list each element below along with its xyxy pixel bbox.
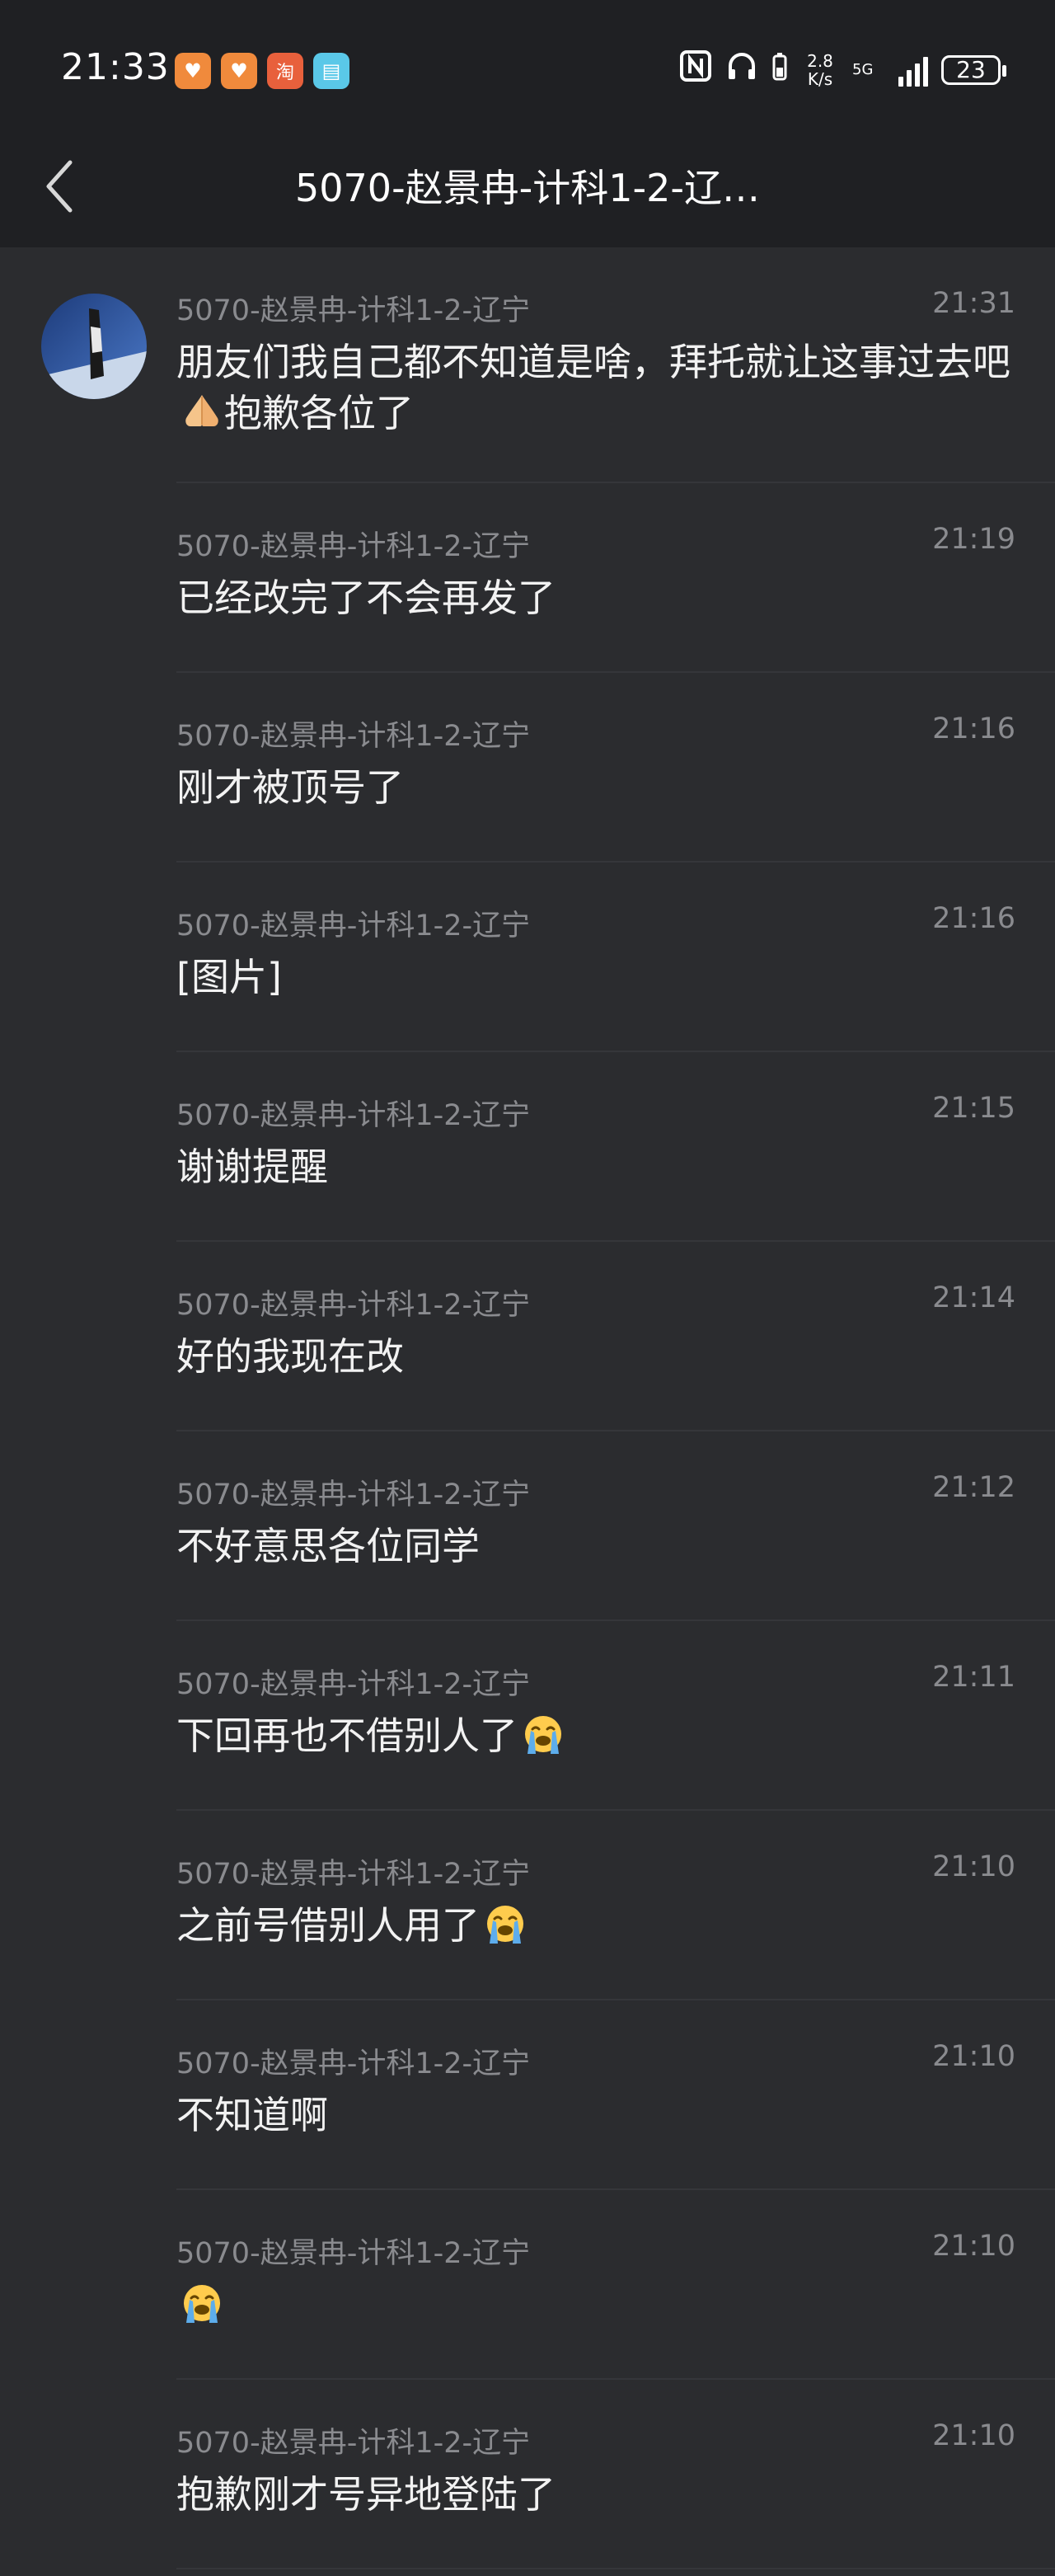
message-item[interactable]: 5070-赵景冉-计科1-2-辽宁 21:16 刚才被顶号了 xyxy=(0,673,1055,863)
message-sender: 5070-赵景冉-计科1-2-辽宁 xyxy=(176,1668,531,1701)
message-time: 21:10 xyxy=(932,2419,1015,2452)
message-sender: 5070-赵景冉-计科1-2-辽宁 xyxy=(176,2237,531,2270)
earbud-battery-icon xyxy=(771,49,788,90)
status-bar: 21:33 ♥ ♥ 淘 ▤ 2.8 K/s 5G 23 xyxy=(0,0,1055,124)
message-text-continued: 抱歉各位了 xyxy=(224,391,414,435)
network-speed: 2.8 K/s xyxy=(801,52,839,88)
message-time: 21:11 xyxy=(932,1661,1015,1694)
message-text-content: 刚才被顶号了 xyxy=(176,765,404,810)
message-text: 下回再也不借别人了 xyxy=(176,1710,1017,1761)
message-sender: 5070-赵景冉-计科1-2-辽宁 xyxy=(176,2427,531,2460)
message-sender: 5070-赵景冉-计科1-2-辽宁 xyxy=(176,720,531,753)
notification-icons: ♥ ♥ 淘 ▤ xyxy=(175,53,349,89)
loudly-crying-emoji xyxy=(487,1906,523,1944)
chat-history-screen: 21:33 ♥ ♥ 淘 ▤ 2.8 K/s 5G 23 5070-赵景冉-计科1… xyxy=(0,0,1055,2576)
message-text-content: 之前号借别人用了 xyxy=(176,1903,480,1948)
message-item[interactable]: 5070-赵景冉-计科1-2-辽宁 21:10 不知道啊 xyxy=(0,2000,1055,2190)
message-text: 谢谢提醒 xyxy=(176,1141,1017,1192)
message-text: 朋友们我自己都不知道是啥，拜托就让这事过去吧抱歉各位了 xyxy=(176,336,1017,439)
message-text: 刚才被顶号了 xyxy=(176,762,1017,813)
message-text-content: 谢谢提醒 xyxy=(176,1145,328,1189)
message-text: 不好意思各位同学 xyxy=(176,1521,1017,1572)
message-text-content: 不好意思各位同学 xyxy=(176,1524,480,1568)
message-sender: 5070-赵景冉-计科1-2-辽宁 xyxy=(176,294,531,327)
message-text-content: 好的我现在改 xyxy=(176,1334,404,1379)
message-time: 21:10 xyxy=(932,2230,1015,2263)
message-item[interactable]: 5070-赵景冉-计科1-2-辽宁 21:10 抱歉刚才号异地登陆了 xyxy=(0,2380,1055,2569)
message-sender: 5070-赵景冉-计科1-2-辽宁 xyxy=(176,1099,531,1132)
message-text-content: 下回再也不借别人了 xyxy=(176,1713,518,1758)
message-item[interactable]: 5070-赵景冉-计科1-2-辽宁 21:12 不好意思各位同学 xyxy=(0,1431,1055,1621)
message-sender: 5070-赵景冉-计科1-2-辽宁 xyxy=(176,910,531,942)
message-text-content: 不知道啊 xyxy=(176,2093,328,2137)
battery-level: 23 xyxy=(956,56,986,83)
network-type: 5G xyxy=(852,60,874,78)
navigation-bar: 5070-赵景冉-计科1-2-辽… xyxy=(0,124,1055,247)
network-speed-value: 2.8 xyxy=(807,50,833,71)
message-time: 21:14 xyxy=(932,1281,1015,1314)
taobao-heart-icon: ♥ xyxy=(221,53,257,89)
folded-hands-emoji xyxy=(185,395,218,426)
message-time: 21:10 xyxy=(932,2040,1015,2073)
message-time: 21:12 xyxy=(932,1471,1015,1504)
message-item[interactable]: 5070-赵景冉-计科1-2-辽宁 21:16 [图片] xyxy=(0,863,1055,1052)
message-item[interactable]: 5070-赵景冉-计科1-2-辽宁 21:19 已经改完了不会再发了 xyxy=(0,483,1055,673)
message-sender: 5070-赵景冉-计科1-2-辽宁 xyxy=(176,1858,531,1891)
message-text xyxy=(176,2279,1017,2330)
message-list[interactable]: 5070-赵景冉-计科1-2-辽宁 21:31 朋友们我自己都不知道是啥，拜托就让这… xyxy=(0,247,1055,2576)
loudly-crying-emoji xyxy=(525,1716,561,1754)
battery-icon: 23 xyxy=(941,54,1006,85)
message-text-content: 抱歉刚才号异地登陆了 xyxy=(176,2472,556,2517)
message-time: 21:16 xyxy=(932,902,1015,935)
signal-strength-icon xyxy=(898,54,928,87)
message-time: 21:10 xyxy=(932,1850,1015,1883)
message-sender: 5070-赵景冉-计科1-2-辽宁 xyxy=(176,1478,531,1511)
message-text: 抱歉刚才号异地登陆了 xyxy=(176,2469,1017,2520)
message-item[interactable]: 5070-赵景冉-计科1-2-辽宁 21:11 下回再也不借别人了 xyxy=(0,1621,1055,1811)
message-time: 21:19 xyxy=(932,523,1015,556)
message-sender: 5070-赵景冉-计科1-2-辽宁 xyxy=(176,2047,531,2080)
nfc-icon xyxy=(679,49,712,90)
network-speed-unit: K/s xyxy=(807,68,833,89)
message-time: 21:15 xyxy=(932,1092,1015,1125)
headphones-icon xyxy=(725,49,758,90)
divider xyxy=(176,2568,1055,2569)
message-item[interactable]: 5070-赵景冉-计科1-2-辽宁 21:10 之前号借别人用了 xyxy=(0,1811,1055,2000)
message-text-content: [图片] xyxy=(176,955,282,999)
message-text: 好的我现在改 xyxy=(176,1331,1017,1382)
message-text: 不知道啊 xyxy=(176,2089,1017,2141)
avatar[interactable] xyxy=(41,294,147,399)
book-icon: ▤ xyxy=(313,53,349,89)
message-sender: 5070-赵景冉-计科1-2-辽宁 xyxy=(176,1289,531,1322)
message-text: 已经改完了不会再发了 xyxy=(176,572,1017,623)
message-item[interactable]: 5070-赵景冉-计科1-2-辽宁 21:15 谢谢提醒 xyxy=(0,1052,1055,1242)
message-item[interactable]: 5070-赵景冉-计科1-2-辽宁 21:31 朋友们我自己都不知道是啥，拜托就让这… xyxy=(0,247,1055,483)
message-text: [图片] xyxy=(176,952,1017,1003)
status-indicators: 2.8 K/s 5G 23 xyxy=(679,49,1006,90)
taobao-icon: 淘 xyxy=(267,53,303,89)
page-title: 5070-赵景冉-计科1-2-辽… xyxy=(295,166,760,210)
message-time: 21:16 xyxy=(932,712,1015,745)
message-time: 21:31 xyxy=(932,287,1015,320)
message-text: 之前号借别人用了 xyxy=(176,1900,1017,1951)
message-item[interactable]: 5070-赵景冉-计科1-2-辽宁 21:10 xyxy=(0,2190,1055,2380)
message-text-content: 已经改完了不会再发了 xyxy=(176,576,556,620)
message-sender: 5070-赵景冉-计科1-2-辽宁 xyxy=(176,530,531,563)
status-time: 21:33 xyxy=(61,46,170,88)
taobao-heart-icon: ♥ xyxy=(175,53,211,89)
loudly-crying-emoji xyxy=(184,2285,220,2323)
message-item[interactable]: 5070-赵景冉-计科1-2-辽宁 21:14 好的我现在改 xyxy=(0,1242,1055,1431)
message-text-content: 朋友们我自己都不知道是啥，拜托就让这事过去吧 xyxy=(176,340,1010,384)
